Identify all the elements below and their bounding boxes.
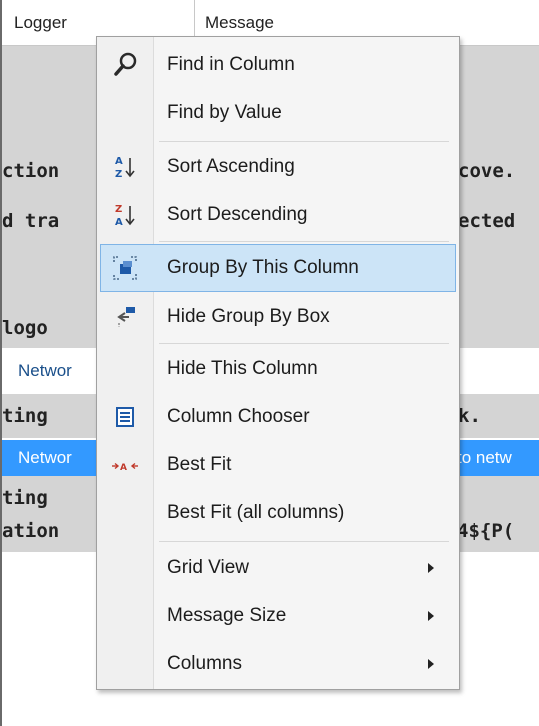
menu-item-label: Hide Group By Box (167, 306, 330, 327)
menu-item-group-by-column[interactable]: Group By This Column (100, 244, 456, 292)
menu-item-label: Find by Value (167, 102, 282, 123)
svg-text:Z: Z (115, 204, 122, 215)
svg-text:Z: Z (115, 169, 122, 180)
message-cell (458, 348, 538, 398)
search-icon (111, 51, 139, 79)
best-fit-icon: A (111, 451, 139, 479)
message-cell (458, 46, 538, 96)
svg-text:A: A (115, 156, 123, 167)
menu-item-label: Hide This Column (167, 358, 318, 379)
menu-item-best-fit-all-columns[interactable]: Best Fit (all columns) (100, 489, 456, 537)
message-cell (458, 96, 538, 146)
menu-item-hide-group-by-box[interactable]: Hide Group By Box (100, 293, 456, 341)
hide-group-box-icon (111, 303, 139, 331)
group-by-column-icon (111, 254, 139, 282)
menu-divider (159, 541, 449, 542)
submenu-arrow-icon (428, 611, 434, 621)
menu-item-label: Sort Descending (167, 204, 308, 225)
menu-item-columns[interactable]: Columns (100, 640, 456, 688)
column-chooser-icon (111, 403, 139, 431)
message-cell: cove. (458, 160, 516, 182)
menu-item-label: Message Size (167, 605, 287, 626)
menu-item-column-chooser[interactable]: Column Chooser (100, 393, 456, 441)
sort-descending-icon: Z A (111, 201, 139, 229)
menu-item-label: Group By This Column (167, 257, 359, 278)
menu-item-message-size[interactable]: Message Size (100, 592, 456, 640)
menu-item-label: Columns (167, 653, 242, 674)
menu-item-sort-descending[interactable]: Z A Sort Descending (100, 191, 456, 239)
message-cell: k. (458, 405, 481, 427)
menu-divider (159, 241, 449, 242)
menu-divider (159, 343, 449, 344)
message-cell: ected (458, 210, 516, 232)
message-cell: 4${P( (457, 520, 515, 542)
menu-item-best-fit[interactable]: A Best Fit (100, 441, 456, 489)
message-cell: to netw (457, 448, 512, 467)
submenu-arrow-icon (428, 659, 434, 669)
menu-item-label: Best Fit (all columns) (167, 502, 345, 523)
svg-text:A: A (120, 463, 127, 473)
menu-item-find-by-value[interactable]: Find by Value (100, 89, 456, 137)
menu-item-grid-view[interactable]: Grid View (100, 544, 456, 592)
menu-item-label: Grid View (167, 557, 250, 578)
menu-item-sort-ascending[interactable]: A Z Sort Ascending (100, 143, 456, 191)
menu-divider (159, 141, 449, 142)
svg-text:A: A (115, 217, 123, 228)
menu-item-label: Sort Ascending (167, 156, 295, 177)
sort-ascending-icon: A Z (111, 153, 139, 181)
menu-item-label: Column Chooser (167, 406, 310, 427)
submenu-arrow-icon (428, 563, 434, 573)
message-cell (458, 246, 538, 296)
menu-item-hide-this-column[interactable]: Hide This Column (100, 345, 456, 393)
menu-item-label: Best Fit (167, 454, 232, 475)
message-cell (458, 300, 538, 350)
menu-item-find-in-column[interactable]: Find in Column (100, 41, 456, 89)
column-context-menu: Find in Column Find by Value A Z Sort As… (96, 36, 460, 690)
menu-item-label: Find in Column (167, 54, 295, 75)
